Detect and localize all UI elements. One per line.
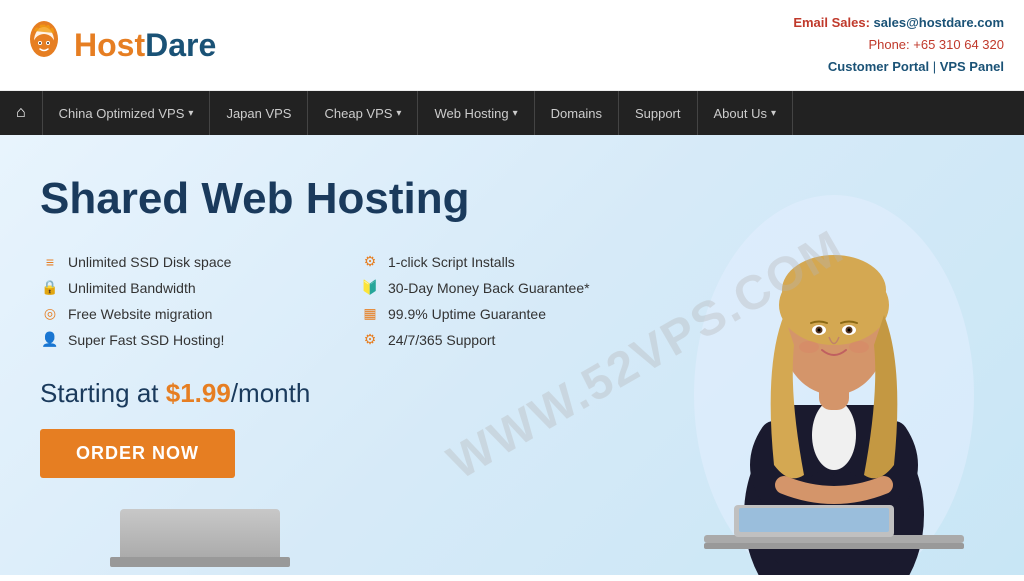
nav-item-about-us[interactable]: About Us ▾: [698, 91, 794, 135]
navigation: ⌂ China Optimized VPS ▾ Japan VPS Cheap …: [0, 91, 1024, 135]
nav-item-japan-vps[interactable]: Japan VPS: [210, 91, 308, 135]
phone-line: Phone: +65 310 64 320: [793, 34, 1004, 56]
home-icon: ⌂: [16, 104, 26, 122]
feature-migration-label: Free Website migration: [68, 306, 212, 322]
migration-icon: ◎: [40, 307, 60, 321]
pricing-prefix: Starting at: [40, 378, 166, 408]
vps-panel-link[interactable]: VPS Panel: [940, 59, 1004, 74]
money-icon: 🔰: [360, 281, 380, 295]
logo-text: HostDare: [74, 27, 216, 64]
contact-info: Email Sales: sales@hostdare.com Phone: +…: [793, 12, 1004, 78]
feature-disk-label: Unlimited SSD Disk space: [68, 254, 231, 270]
dropdown-arrow-about: ▾: [771, 108, 776, 119]
ssd-icon: 👤: [40, 333, 60, 347]
feature-support-label: 24/7/365 Support: [388, 332, 495, 348]
bandwidth-icon: 🔒: [40, 281, 60, 295]
email-line: Email Sales: sales@hostdare.com: [793, 12, 1004, 34]
laptop-decoration: [100, 505, 300, 575]
dropdown-arrow-cheap: ▾: [396, 108, 401, 119]
order-now-button[interactable]: ORDER NOW: [40, 429, 235, 478]
portal-line: Customer Portal | VPS Panel: [793, 56, 1004, 78]
logo-area: HostDare: [20, 21, 216, 69]
disk-icon: ≡: [40, 255, 60, 269]
feature-money-back: 🔰 30-Day Money Back Guarantee*: [360, 280, 660, 296]
feature-script-installs: ⚙ 1-click Script Installs: [360, 254, 660, 270]
uptime-icon: ▦: [360, 307, 380, 321]
nav-item-web-hosting[interactable]: Web Hosting ▾: [418, 91, 534, 135]
hero-title: Shared Web Hosting: [40, 175, 660, 223]
nav-item-support[interactable]: Support: [619, 91, 698, 135]
pricing-suffix: /month: [231, 378, 311, 408]
feature-ssd-hosting: 👤 Super Fast SSD Hosting!: [40, 332, 340, 348]
feature-bandwidth: 🔒 Unlimited Bandwidth: [40, 280, 340, 296]
pricing-value: $1.99: [166, 378, 231, 408]
features-grid: ≡ Unlimited SSD Disk space ⚙ 1-click Scr…: [40, 254, 660, 348]
support-icon: ⚙: [360, 333, 380, 347]
feature-bandwidth-label: Unlimited Bandwidth: [68, 280, 196, 296]
script-icon: ⚙: [360, 255, 380, 269]
nav-item-domains[interactable]: Domains: [535, 91, 619, 135]
nav-item-cheap-vps[interactable]: Cheap VPS ▾: [308, 91, 418, 135]
nav-home-button[interactable]: ⌂: [0, 91, 43, 135]
nav-item-china-vps[interactable]: China Optimized VPS ▾: [43, 91, 211, 135]
logo-icon: [20, 21, 68, 69]
feature-uptime-label: 99.9% Uptime Guarantee: [388, 306, 546, 322]
top-bar: HostDare Email Sales: sales@hostdare.com…: [0, 0, 1024, 91]
feature-uptime: ▦ 99.9% Uptime Guarantee: [360, 306, 660, 322]
hero-content: Shared Web Hosting ≡ Unlimited SSD Disk …: [40, 175, 660, 477]
feature-script-label: 1-click Script Installs: [388, 254, 515, 270]
feature-ssd-label: Super Fast SSD Hosting!: [68, 332, 224, 348]
feature-money-label: 30-Day Money Back Guarantee*: [388, 280, 590, 296]
feature-support: ⚙ 24/7/365 Support: [360, 332, 660, 348]
customer-portal-link[interactable]: Customer Portal: [828, 59, 929, 74]
pricing-line: Starting at $1.99/month: [40, 378, 660, 409]
dropdown-arrow-china: ▾: [188, 108, 193, 119]
email-link[interactable]: sales@hostdare.com: [874, 15, 1004, 30]
hero-image: [674, 145, 994, 575]
feature-migration: ◎ Free Website migration: [40, 306, 340, 322]
feature-disk-space: ≡ Unlimited SSD Disk space: [40, 254, 340, 270]
dropdown-arrow-webhosting: ▾: [513, 108, 518, 119]
hero-section: Shared Web Hosting ≡ Unlimited SSD Disk …: [0, 135, 1024, 575]
